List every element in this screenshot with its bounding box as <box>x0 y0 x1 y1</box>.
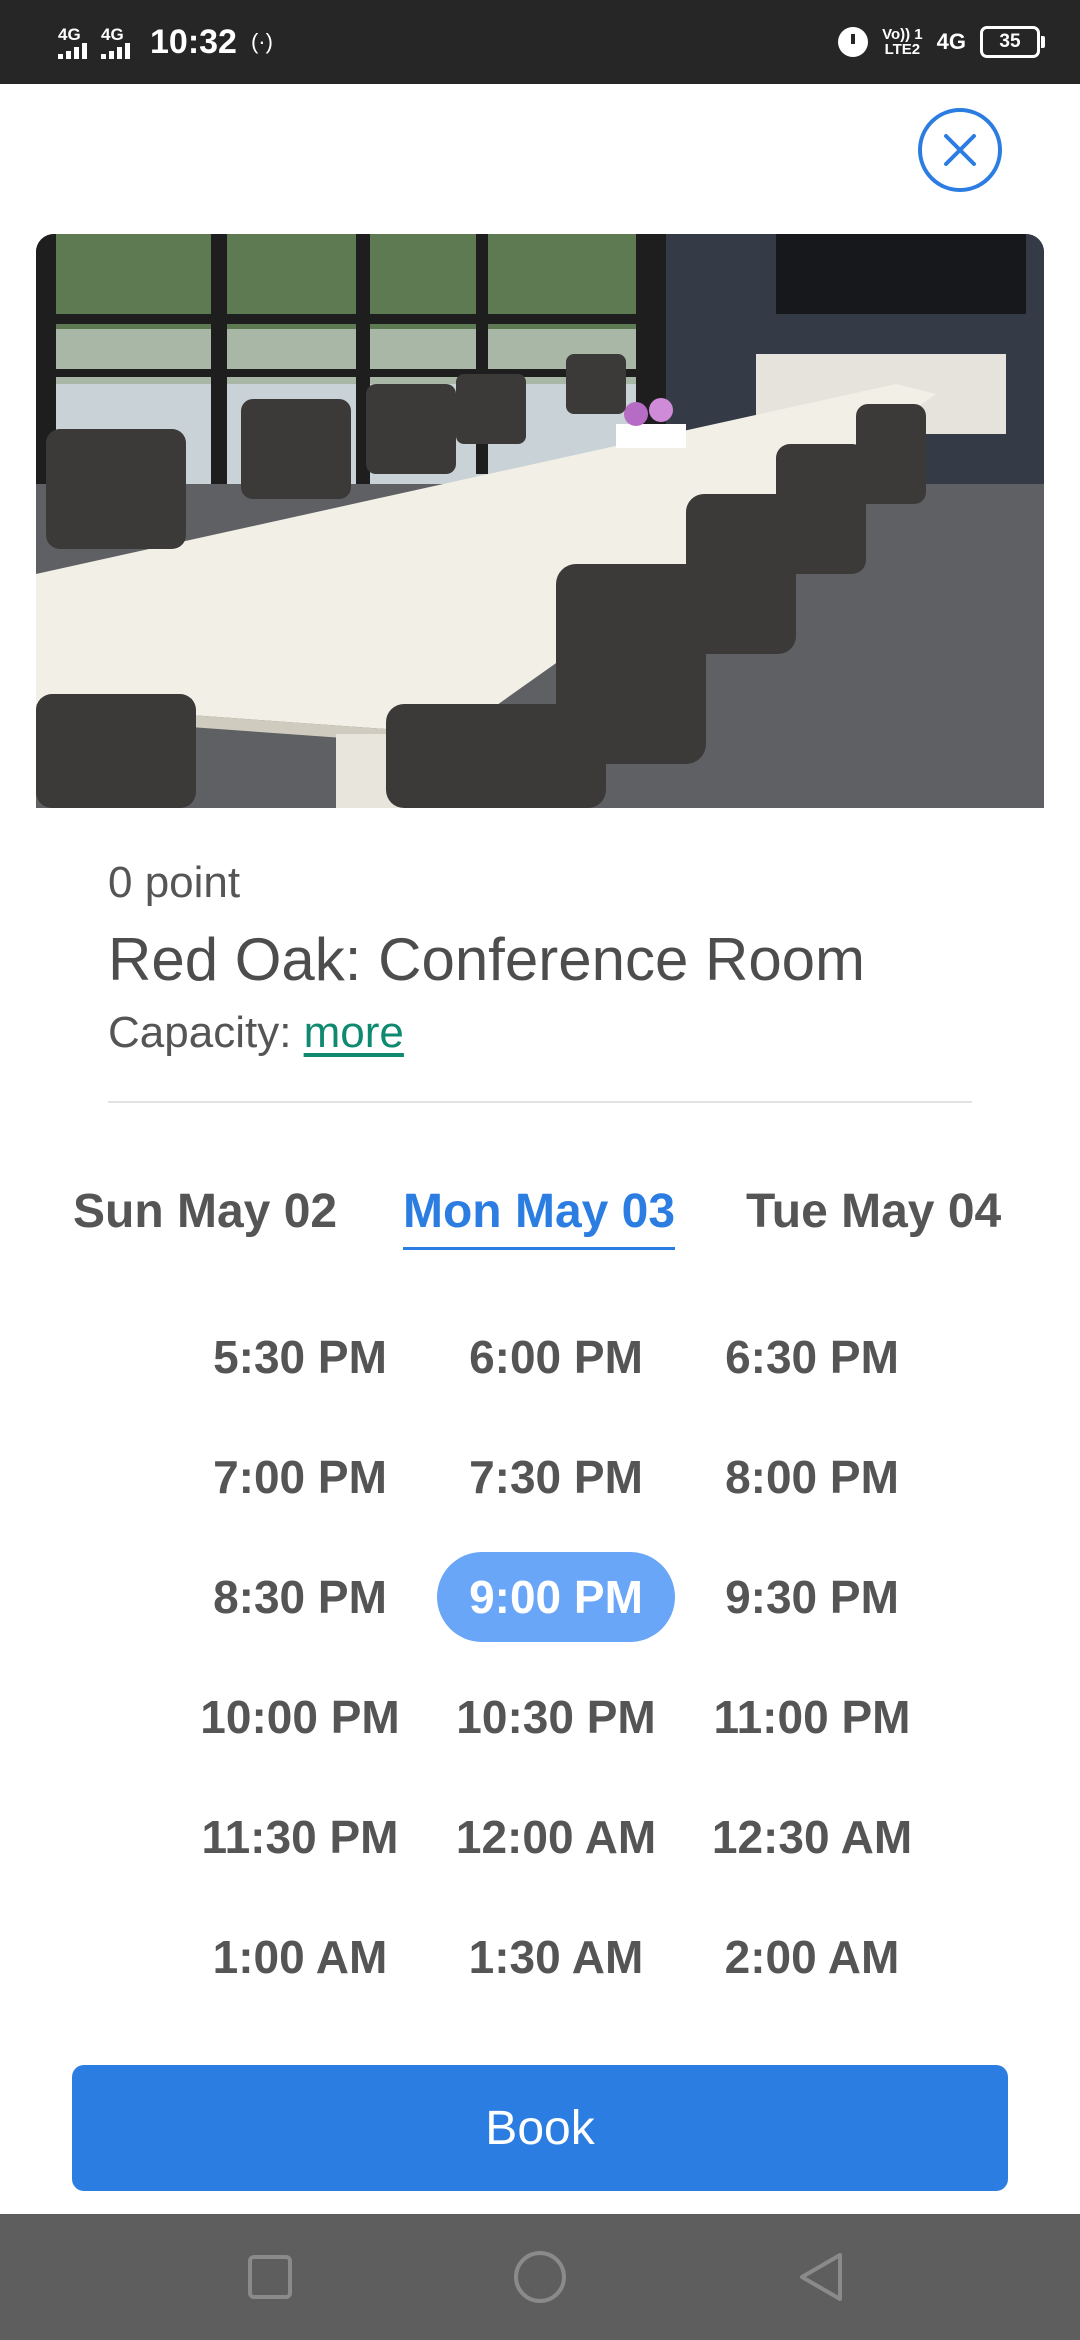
volte-line-2: LTE2 <box>884 41 921 58</box>
time-slot[interactable]: 5:30 PM <box>172 1297 428 1417</box>
data-network-indicator: 4G <box>936 29 966 54</box>
time-slot-selected[interactable]: 9:00 PM <box>428 1537 684 1657</box>
time-slot-label: 6:30 PM <box>725 1331 899 1383</box>
time-slot[interactable]: 1:00 AM <box>172 1897 428 2017</box>
square-icon <box>248 2255 292 2299</box>
time-slot-label: 1:30 AM <box>468 1931 644 1983</box>
time-slot[interactable]: 6:30 PM <box>684 1297 940 1417</box>
time-slot-label: 10:30 PM <box>456 1691 656 1743</box>
time-slot-label: 11:00 PM <box>713 1691 911 1743</box>
volte-line-1: Vo)) 1 <box>882 26 923 43</box>
time-slot-label: 10:00 PM <box>200 1691 400 1743</box>
time-slot[interactable]: 10:00 PM <box>172 1657 428 1777</box>
time-slot[interactable]: 12:00 AM <box>428 1777 684 1897</box>
time-slot-label: 12:30 AM <box>711 1811 913 1863</box>
hotspot-icon: (·) <box>250 29 273 54</box>
signal-2-icon: 4G <box>101 26 130 59</box>
time-slot-label: 1:00 AM <box>212 1931 388 1983</box>
battery-icon: 35 <box>980 26 1045 58</box>
network-type-1: 4G <box>58 24 81 44</box>
time-slot[interactable]: 6:00 PM <box>428 1297 684 1417</box>
time-slot[interactable]: 8:00 PM <box>684 1417 940 1537</box>
clock: 10:32 <box>150 22 237 61</box>
date-tab-tue-may-04[interactable]: Tue May 04 <box>746 1184 1001 1239</box>
time-slot[interactable]: 9:30 PM <box>684 1537 940 1657</box>
book-button[interactable]: Book <box>72 2065 1008 2191</box>
points-label: 0 point <box>108 858 241 907</box>
room-title: Red Oak: Conference Room <box>108 926 866 993</box>
back-button[interactable] <box>792 2247 852 2307</box>
date-tab-sun-may-02[interactable]: Sun May 02 <box>73 1184 337 1239</box>
time-slot-label: 7:30 PM <box>469 1451 643 1503</box>
time-slot-label: 9:00 PM <box>437 1552 675 1642</box>
divider <box>108 1101 972 1103</box>
capacity-more-link[interactable]: more <box>304 1008 404 1057</box>
time-slot-label: 12:00 AM <box>455 1811 657 1863</box>
triangle-back-icon <box>800 2253 842 2301</box>
alarm-icon <box>838 27 869 57</box>
time-slot[interactable]: 8:30 PM <box>172 1537 428 1657</box>
time-slot-label: 6:00 PM <box>469 1331 643 1383</box>
network-type-2: 4G <box>101 24 124 44</box>
time-slot[interactable]: 1:30 AM <box>428 1897 684 2017</box>
home-button[interactable] <box>510 2247 570 2307</box>
time-slot[interactable]: 2:00 AM <box>684 1897 940 2017</box>
signal-1-icon: 4G <box>58 26 87 59</box>
circle-icon <box>514 2251 566 2303</box>
time-slot-label: 9:30 PM <box>725 1571 899 1623</box>
date-tab-mon-may-03[interactable]: Mon May 03 <box>403 1184 676 1250</box>
time-slot-label: 5:30 PM <box>213 1331 387 1383</box>
time-slot[interactable]: 11:30 PM <box>172 1777 428 1897</box>
time-slot-label: 8:00 PM <box>725 1451 899 1503</box>
volte-indicator: Vo)) 1 LTE2 <box>882 27 923 57</box>
system-nav-bar <box>0 2214 1080 2340</box>
battery-level: 35 <box>999 31 1021 52</box>
time-slot-label: 8:30 PM <box>213 1571 387 1623</box>
time-slot[interactable]: 7:00 PM <box>172 1417 428 1537</box>
time-slot-grid: 5:30 PM 6:00 PM 6:30 PM 7:00 PM 7:30 PM … <box>172 1297 940 2017</box>
capacity-row: Capacity: more <box>108 1008 404 1058</box>
time-slot[interactable]: 12:30 AM <box>684 1777 940 1897</box>
recents-button[interactable] <box>240 2247 300 2307</box>
time-slot-label: 11:30 PM <box>201 1811 399 1863</box>
time-slot-label: 7:00 PM <box>213 1451 387 1503</box>
time-slot-label: 2:00 AM <box>724 1931 900 1983</box>
time-slot[interactable]: 11:00 PM <box>684 1657 940 1777</box>
close-icon <box>944 134 976 166</box>
status-bar: 4G 4G 10:32 (·) Vo)) 1 LTE2 4G 35 <box>0 0 1080 84</box>
close-button[interactable] <box>918 108 1002 192</box>
time-slot[interactable]: 10:30 PM <box>428 1657 684 1777</box>
time-slot[interactable]: 7:30 PM <box>428 1417 684 1537</box>
capacity-label: Capacity: <box>108 1008 304 1057</box>
conference-room-photo <box>36 234 1044 808</box>
